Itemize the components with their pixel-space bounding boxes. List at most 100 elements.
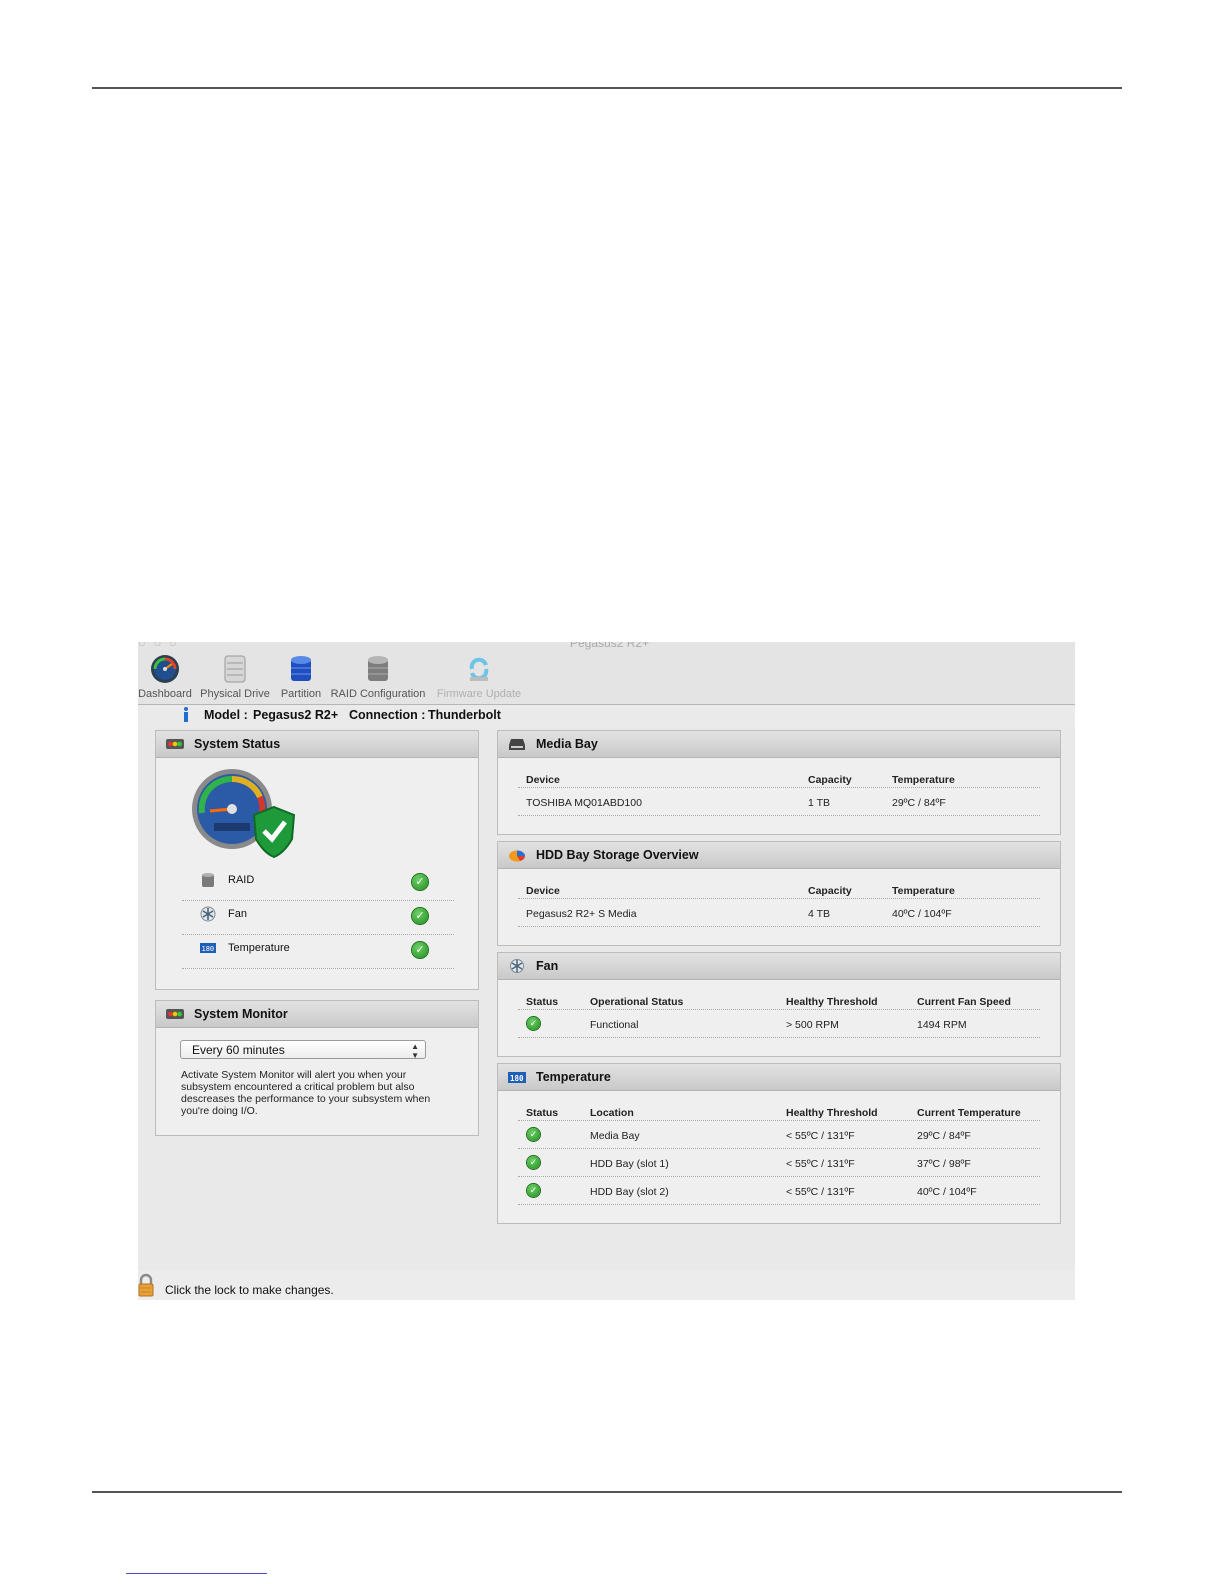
status-row-fan: Fan ✓ [182, 900, 454, 935]
temperature-header: 180 Temperature [498, 1064, 1060, 1091]
lock-icon[interactable] [138, 1273, 154, 1297]
window-title: Pegasus2 R2+ [570, 642, 650, 650]
row-divider [518, 815, 1040, 816]
row-divider [518, 926, 1040, 927]
toolbar-dashboard-label: Dashboard [138, 688, 192, 700]
ok-check-icon: ✓ [527, 1156, 540, 1169]
info-icon [184, 707, 188, 722]
monitor-interval-value: Every 60 minutes [192, 1043, 285, 1057]
toolbar-physical-drive[interactable]: Physical Drive [200, 654, 270, 700]
svg-text:180: 180 [510, 1074, 524, 1083]
hdd-bay-header: HDD Bay Storage Overview [498, 842, 1060, 869]
status-row-label: Fan [228, 908, 247, 920]
cell-current-temperature: 37ºC / 98ºF [917, 1158, 971, 1170]
media-bay-title: Media Bay [536, 737, 598, 751]
fan-panel: Fan Status Operational Status Healthy Th… [497, 952, 1061, 1057]
physical-drive-icon [224, 655, 246, 683]
toolbar-partition[interactable]: Partition [278, 654, 324, 700]
lock-hint: Click the lock to make changes. [165, 1283, 334, 1297]
status-row-temperature: 180 Temperature ✓ [182, 934, 454, 969]
status-bar: Click the lock to make changes. [138, 1270, 1075, 1300]
system-status-panel: System Status RAID ✓ Fan ✓ 180 Temperatu… [155, 730, 479, 990]
col-current-temperature: Current Temperature [917, 1107, 1021, 1119]
cell-healthy-threshold: < 55ºC / 131ºF [786, 1158, 855, 1170]
monitor-note: Activate System Monitor will alert you w… [181, 1069, 431, 1117]
status-row-label: RAID [228, 874, 255, 886]
ok-check-icon: ✓ [412, 908, 428, 924]
dashboard-gauge-icon [151, 655, 179, 683]
model-label: Model : [204, 708, 248, 722]
col-temperature: Temperature [892, 885, 955, 897]
status-lights-icon [166, 1009, 184, 1019]
hdd-bay-panel: HDD Bay Storage Overview Device Capacity… [497, 841, 1061, 946]
cell-location: HDD Bay (slot 1) [590, 1158, 669, 1170]
toolbar-raid-configuration-label: RAID Configuration [330, 688, 426, 700]
hdd-bay-title: HDD Bay Storage Overview [536, 848, 699, 862]
status-row-label: Temperature [228, 942, 290, 954]
raid-configuration-icon [368, 656, 388, 681]
ok-check-icon: ✓ [527, 1128, 540, 1141]
toolbar-physical-drive-label: Physical Drive [200, 688, 270, 700]
cell-healthy-threshold: > 500 RPM [786, 1019, 839, 1031]
cell-location: HDD Bay (slot 2) [590, 1186, 669, 1198]
system-monitor-header: System Monitor [156, 1001, 478, 1028]
cell-temperature: 29ºC / 84ºF [892, 797, 946, 809]
status-lights-icon [166, 739, 184, 749]
toolbar-firmware-update[interactable]: Firmware Update [436, 654, 522, 700]
cell-healthy-threshold: < 55ºC / 131ºF [786, 1130, 855, 1142]
connection-label: Connection : [349, 708, 426, 722]
temperature-icon: 180 [200, 943, 216, 953]
media-bay-header: Media Bay [498, 731, 1060, 758]
temperature-title: Temperature [536, 1070, 611, 1084]
cell-location: Media Bay [590, 1130, 640, 1142]
col-device: Device [526, 774, 560, 786]
partition-icon [291, 656, 311, 681]
footer-link-underline [126, 1573, 267, 1574]
col-location: Location [590, 1107, 634, 1119]
temperature-panel: 180 Temperature Status Location Healthy … [497, 1063, 1061, 1224]
fan-header: Fan [498, 953, 1060, 980]
ok-check-icon: ✓ [412, 942, 428, 958]
title-bar: ○ ○ ○ Pegasus2 R2+ [138, 642, 1075, 650]
connection-value: Thunderbolt [428, 708, 501, 722]
select-arrows-icon: ▲ ▼ [411, 1042, 419, 1060]
toolbar: Dashboard Physical Drive Partition RAID … [138, 650, 1075, 705]
top-rule [92, 87, 1122, 89]
bottom-rule [92, 1491, 1122, 1493]
row-divider [518, 898, 1040, 899]
ok-check-icon: ✓ [527, 1184, 540, 1197]
col-status: Status [526, 1107, 559, 1119]
window-controls[interactable]: ○ ○ ○ [138, 642, 179, 650]
col-operational-status: Operational Status [590, 996, 684, 1008]
cell-current-temperature: 29ºC / 84ºF [917, 1130, 971, 1142]
toolbar-dashboard[interactable]: Dashboard [138, 654, 192, 700]
status-row-raid: RAID ✓ [182, 866, 454, 901]
col-capacity: Capacity [808, 774, 852, 786]
system-status-header: System Status [156, 731, 478, 758]
temperature-icon: 180 [508, 1072, 526, 1083]
dashboard-shield-icon [192, 769, 296, 859]
col-device: Device [526, 885, 560, 897]
media-bay-panel: Media Bay Device Capacity Temperature TO… [497, 730, 1061, 835]
row-divider [518, 787, 1040, 788]
row-divider [518, 1120, 1040, 1121]
system-monitor-panel: System Monitor Every 60 minutes ▲ ▼ Activ… [155, 1000, 479, 1136]
row-divider [518, 1176, 1040, 1177]
row-divider [518, 1037, 1040, 1038]
col-healthy-threshold: Healthy Threshold [786, 996, 878, 1008]
system-monitor-title: System Monitor [194, 1007, 288, 1021]
cell-capacity: 1 TB [808, 797, 830, 809]
cell-healthy-threshold: < 55ºC / 131ºF [786, 1186, 855, 1198]
row-divider [518, 1148, 1040, 1149]
app-window: ○ ○ ○ Pegasus2 R2+ Dashboard Physical Dr… [138, 642, 1075, 1300]
toolbar-raid-configuration[interactable]: RAID Configuration [330, 654, 426, 700]
ok-check-icon: ✓ [527, 1017, 540, 1030]
monitor-interval-select[interactable]: Every 60 minutes ▲ ▼ [180, 1040, 426, 1060]
col-healthy-threshold: Healthy Threshold [786, 1107, 878, 1119]
fan-icon [510, 959, 524, 973]
system-status-title: System Status [194, 737, 281, 751]
firmware-update-icon [469, 657, 489, 681]
storage-pie-icon [509, 850, 525, 862]
model-value: Pegasus2 R2+ [253, 708, 339, 722]
cell-capacity: 4 TB [808, 908, 830, 920]
